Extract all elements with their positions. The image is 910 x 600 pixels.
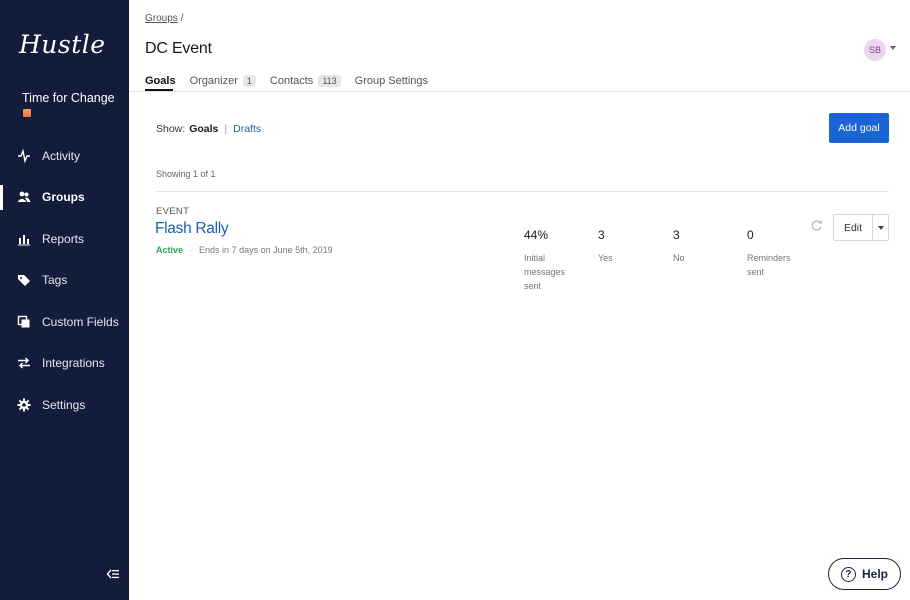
chevron-down-icon[interactable] <box>890 46 896 50</box>
filter-option-goals[interactable]: Goals <box>189 123 218 135</box>
refresh-icon[interactable] <box>810 219 823 232</box>
stat-label-line: sent <box>524 281 542 291</box>
tab-count-badge: 1 <box>242 75 256 87</box>
status-badge: Active <box>156 245 184 255</box>
stat-label: Initial messages sent <box>524 251 565 293</box>
stat-value: 0 <box>747 228 754 242</box>
stat-label: Yes <box>598 251 613 265</box>
tab-label: Group Settings <box>354 75 429 87</box>
stat-label-line: sent <box>747 267 765 277</box>
stat-label: Reminders sent <box>747 251 791 279</box>
reports-icon <box>17 232 31 246</box>
list-divider <box>156 191 889 192</box>
active-tab-indicator <box>145 89 173 91</box>
add-goal-button[interactable]: Add goal <box>829 113 889 143</box>
tab-organizer[interactable]: Organizer 1 <box>190 72 256 90</box>
filter-separator: | <box>224 123 228 135</box>
tabs-divider <box>129 91 910 92</box>
sidebar-item-groups[interactable]: Groups <box>0 177 129 219</box>
groups-icon <box>17 190 31 204</box>
tab-label: Contacts <box>269 75 314 87</box>
tab-goals[interactable]: Goals <box>145 72 176 90</box>
breadcrumb: Groups / <box>145 13 183 24</box>
edit-dropdown-toggle[interactable] <box>873 215 888 240</box>
goal-end-date: Ends in 7 days on June 5th, 2019 <box>199 245 333 255</box>
stat-label-line: messages <box>524 267 566 277</box>
tab-label: Goals <box>145 75 176 87</box>
stat-value: 44% <box>524 228 549 242</box>
stat-initial-messages: 44% Initial messages sent <box>524 228 565 293</box>
app-logo[interactable]: Hustle <box>19 30 106 59</box>
tab-group-settings[interactable]: Group Settings <box>355 72 428 90</box>
tab-label: Organizer <box>189 75 238 87</box>
stat-value: 3 <box>673 228 680 242</box>
tag-icon <box>17 273 31 287</box>
edit-button-group: Edit <box>833 214 889 241</box>
sidebar-item-reports[interactable]: Reports <box>0 218 129 260</box>
sidebar: Hustle Time for Change Activity Groups R… <box>0 0 129 600</box>
help-button[interactable]: ? Help <box>828 558 901 590</box>
collapse-sidebar-icon[interactable] <box>106 567 120 581</box>
stat-label-line: No <box>673 253 685 263</box>
sidebar-item-custom-fields[interactable]: Custom Fields <box>0 301 129 343</box>
sidebar-item-activity[interactable]: Activity <box>0 135 129 177</box>
breadcrumb-separator: / <box>180 13 184 24</box>
goal-status-line: Active · Ends in 7 days on June 5th, 201… <box>156 245 333 255</box>
goal-filter: Show: Goals | Drafts <box>156 123 261 135</box>
stat-label-line: Yes <box>598 253 613 263</box>
sidebar-item-tags[interactable]: Tags <box>0 260 129 302</box>
sidebar-item-label: Tags <box>42 273 68 288</box>
tab-count-badge: 113 <box>318 75 341 87</box>
question-icon: ? <box>840 566 856 582</box>
stat-label-line: Initial <box>524 253 546 263</box>
sidebar-item-label: Custom Fields <box>42 314 119 329</box>
integrations-icon <box>17 356 31 370</box>
org-badge-icon <box>23 109 31 117</box>
gear-icon <box>17 398 31 412</box>
stat-label-line: Reminders <box>747 253 791 263</box>
tab-bar: Goals Organizer 1 Contacts 113 Group Set… <box>145 72 442 90</box>
status-separator: · <box>189 245 193 255</box>
results-count: Showing 1 of 1 <box>156 169 216 179</box>
custom-fields-icon <box>17 315 31 329</box>
goal-type: EVENT <box>156 206 190 217</box>
stat-label: No <box>673 251 685 265</box>
filter-option-drafts[interactable]: Drafts <box>233 123 261 135</box>
sidebar-item-integrations[interactable]: Integrations <box>0 343 129 385</box>
breadcrumb-link-groups[interactable]: Groups <box>145 13 178 24</box>
activity-icon <box>17 148 31 163</box>
tab-contacts[interactable]: Contacts 113 <box>270 72 341 90</box>
filter-prefix: Show: <box>156 123 186 135</box>
help-label: Help <box>861 567 888 581</box>
sidebar-item-label: Integrations <box>42 356 105 371</box>
stat-yes: 3 Yes <box>598 228 613 265</box>
sidebar-nav: Activity Groups Reports Tags Custom Fiel… <box>0 135 129 426</box>
avatar[interactable]: SB <box>864 39 886 61</box>
sidebar-item-label: Groups <box>42 190 85 205</box>
edit-button[interactable]: Edit <box>834 215 873 240</box>
sidebar-item-label: Settings <box>42 397 86 412</box>
stat-value: 3 <box>598 228 605 242</box>
sidebar-item-label: Activity <box>42 148 81 163</box>
stat-no: 3 No <box>673 228 685 265</box>
org-name[interactable]: Time for Change <box>22 91 115 105</box>
sidebar-item-settings[interactable]: Settings <box>0 384 129 426</box>
chevron-down-icon <box>877 225 884 230</box>
sidebar-item-label: Reports <box>42 231 85 246</box>
stat-reminders: 0 Reminders sent <box>747 228 791 279</box>
goal-title-link[interactable]: Flash Rally <box>155 220 229 238</box>
page-title: DC Event <box>145 40 212 57</box>
